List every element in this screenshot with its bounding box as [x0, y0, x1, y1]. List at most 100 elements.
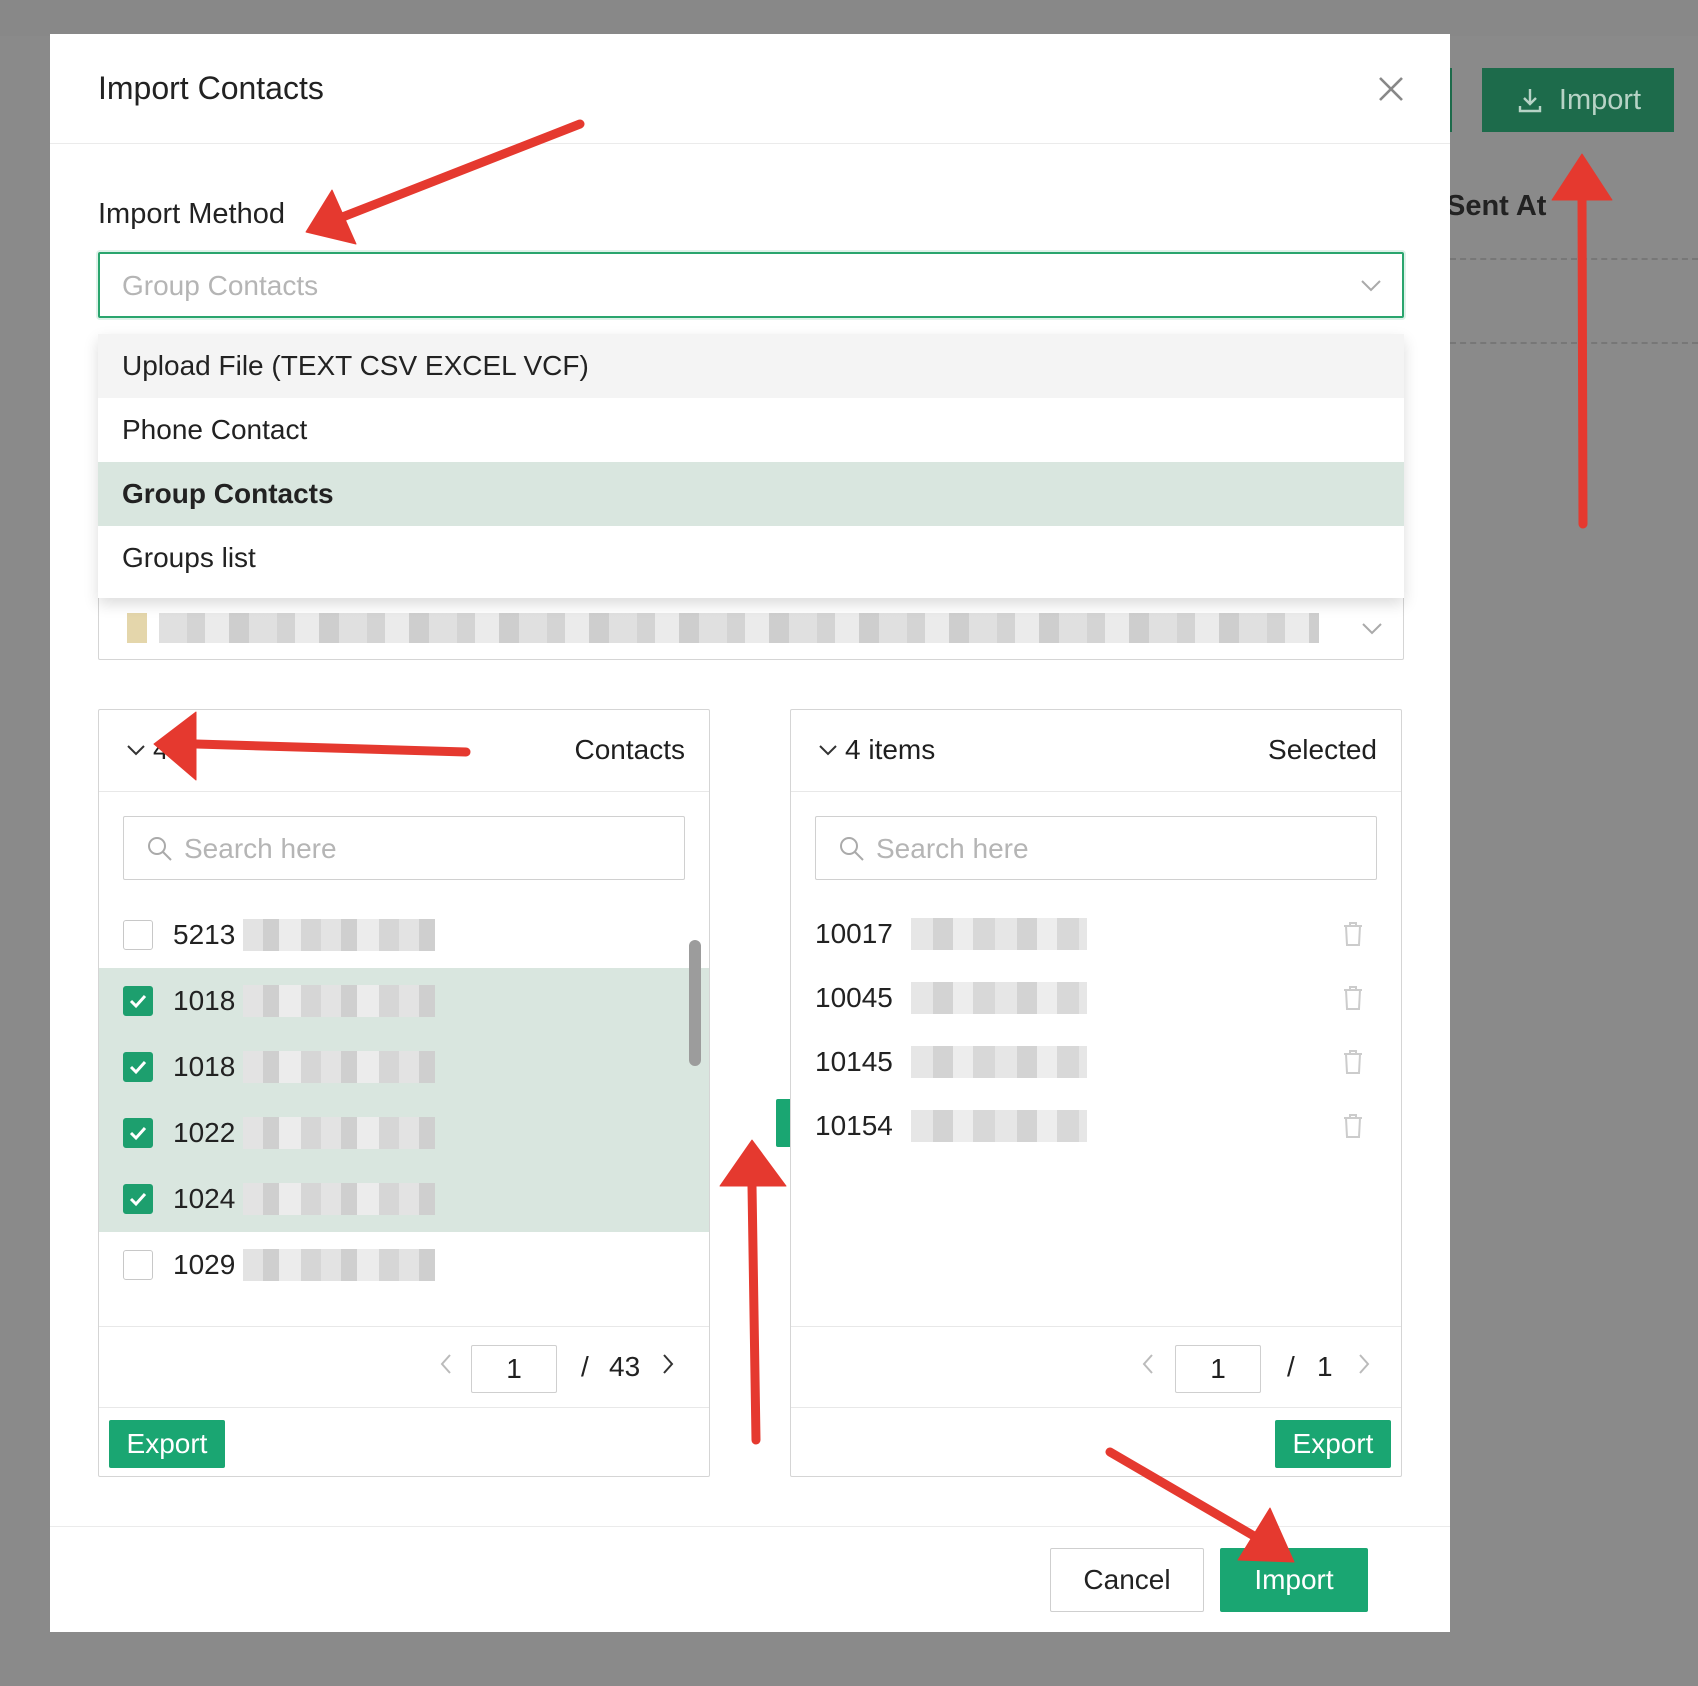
checkbox-checked[interactable] — [123, 1052, 153, 1082]
page-total: 43 — [609, 1351, 641, 1382]
blurred-avatar — [127, 613, 147, 643]
check-icon — [129, 994, 147, 1009]
contacts-search-input[interactable]: Search here — [123, 816, 685, 880]
export-button[interactable]: Export — [1275, 1420, 1391, 1468]
search-icon — [148, 837, 172, 861]
trash-icon[interactable] — [1341, 984, 1365, 1012]
trash-icon[interactable] — [1341, 920, 1365, 948]
selected-id: 10154 — [815, 1110, 893, 1141]
contacts-count[interactable]: 4 — [125, 734, 169, 766]
contact-id: 1018 — [173, 985, 236, 1016]
check-icon — [129, 1126, 147, 1141]
contact-row[interactable]: 1022 — [99, 1100, 709, 1166]
checkbox[interactable] — [123, 1250, 153, 1280]
cancel-button[interactable]: Cancel — [1050, 1548, 1204, 1612]
background-divider — [1450, 258, 1698, 260]
page-separator: / — [581, 1351, 589, 1382]
trash-icon[interactable] — [1341, 1112, 1365, 1140]
contact-id: 1022 — [173, 1117, 236, 1148]
import-method-label: Import Method — [98, 198, 285, 230]
download-icon — [1518, 89, 1542, 113]
chevron-down-icon — [1362, 623, 1382, 635]
chevron-right-icon[interactable] — [657, 1351, 679, 1377]
annotation-arrowhead — [1551, 153, 1613, 201]
page-number-input[interactable]: 1 — [471, 1345, 557, 1393]
import-method-dropdown: Upload File (TEXT CSV EXCEL VCF) Phone C… — [98, 334, 1404, 598]
page-number-input[interactable]: 1 — [1175, 1345, 1261, 1393]
trash-icon[interactable] — [1341, 1048, 1365, 1076]
selected-row: 10154 — [815, 1094, 1375, 1158]
selected-row: 10145 — [815, 1030, 1375, 1094]
chevron-right-icon[interactable] — [1353, 1351, 1375, 1377]
option-group-contacts[interactable]: Group Contacts — [98, 462, 1404, 526]
blurred-contact-name — [911, 918, 1087, 950]
selected-id: 10045 — [815, 982, 893, 1013]
blurred-contact-name — [243, 1249, 435, 1281]
import-contacts-modal: Import Contacts Import Method Group Cont… — [50, 34, 1450, 1632]
close-icon[interactable] — [1376, 74, 1406, 104]
contact-id: 5213 — [173, 919, 236, 950]
contact-id: 1029 — [173, 1249, 236, 1280]
selected-search-input[interactable]: Search here — [815, 816, 1377, 880]
contact-row[interactable]: 1029 — [99, 1232, 709, 1298]
contacts-panel: 4 Contacts Search here 5213 1018 1018 10… — [98, 709, 710, 1477]
selected-panel-title: Selected — [1268, 734, 1377, 765]
background-divider — [1450, 342, 1698, 344]
page-separator: / — [1287, 1351, 1295, 1382]
contacts-count-label: 4 — [153, 734, 169, 765]
page-total: 1 — [1317, 1351, 1333, 1382]
chevron-left-icon[interactable] — [1137, 1351, 1159, 1377]
selected-panel: 4 items Selected Search here 10017 10045… — [790, 709, 1402, 1477]
checkbox-checked[interactable] — [123, 1184, 153, 1214]
contact-row[interactable]: 1018 — [99, 1034, 709, 1100]
search-icon — [840, 837, 864, 861]
blurred-contact-name — [243, 985, 435, 1017]
chevron-down-icon[interactable] — [125, 739, 147, 761]
list-scrollbar[interactable] — [689, 940, 701, 1066]
blurred-group-name — [159, 613, 1319, 643]
selected-count-label: 4 items — [845, 734, 936, 765]
background-top-bar — [0, 0, 1698, 36]
chevron-down-icon — [1361, 280, 1381, 292]
blurred-contact-name — [243, 919, 435, 951]
selected-row: 10017 — [815, 902, 1375, 966]
check-icon — [129, 1060, 147, 1075]
option-groups-list[interactable]: Groups list — [98, 526, 1404, 590]
contacts-panel-header: 4 Contacts — [99, 710, 709, 792]
import-button[interactable]: Import — [1220, 1548, 1368, 1612]
check-icon — [129, 1192, 147, 1207]
contacts-pagination: 1 / 43 — [99, 1326, 709, 1408]
checkbox[interactable] — [123, 920, 153, 950]
search-placeholder: Search here — [184, 833, 337, 864]
blurred-contact-name — [243, 1117, 435, 1149]
contact-row[interactable]: 5213 — [99, 902, 709, 968]
checkbox-checked[interactable] — [123, 1118, 153, 1148]
search-placeholder: Search here — [876, 833, 1029, 864]
import-method-select[interactable]: Group Contacts — [98, 252, 1404, 318]
contact-row[interactable]: 1024 — [99, 1166, 709, 1232]
export-button[interactable]: Export — [109, 1420, 225, 1468]
contact-row[interactable]: 1018 — [99, 968, 709, 1034]
selected-row: 10045 — [815, 966, 1375, 1030]
blurred-contact-name — [243, 1183, 435, 1215]
sent-at-column-header: Sent At — [1446, 190, 1547, 222]
chevron-left-icon[interactable] — [435, 1351, 457, 1377]
selected-panel-header: 4 items Selected — [791, 710, 1401, 792]
modal-header: Import Contacts — [50, 34, 1450, 144]
selected-id: 10145 — [815, 1046, 893, 1077]
option-phone-contact[interactable]: Phone Contact — [98, 398, 1404, 462]
blurred-contact-name — [911, 1110, 1087, 1142]
group-select[interactable] — [98, 596, 1404, 660]
blurred-contact-name — [911, 1046, 1087, 1078]
contact-id: 1024 — [173, 1183, 236, 1214]
blurred-contact-name — [911, 982, 1087, 1014]
selected-id: 10017 — [815, 918, 893, 949]
background-import-button[interactable]: Import — [1482, 68, 1674, 132]
selected-pagination: 1 / 1 — [791, 1326, 1401, 1408]
blurred-contact-name — [243, 1051, 435, 1083]
contact-id: 1018 — [173, 1051, 236, 1082]
chevron-down-icon[interactable] — [817, 739, 839, 761]
selected-count[interactable]: 4 items — [817, 734, 935, 766]
option-upload-file[interactable]: Upload File (TEXT CSV EXCEL VCF) — [98, 334, 1404, 398]
checkbox-checked[interactable] — [123, 986, 153, 1016]
